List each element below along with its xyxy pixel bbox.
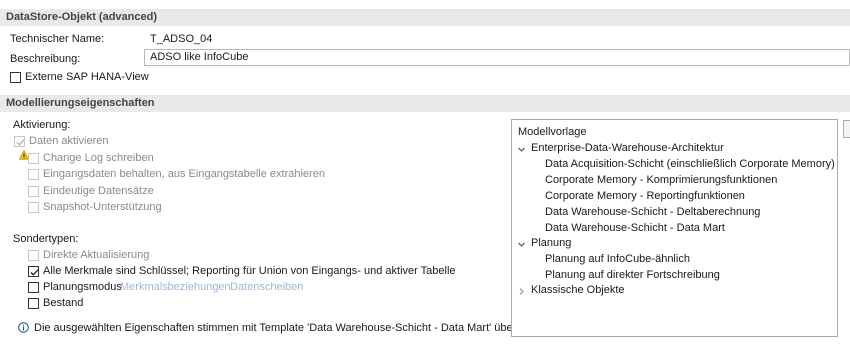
unique-records-checkbox[interactable] xyxy=(28,186,39,197)
tree-item[interactable]: Corporate Memory - Reportingfunktionen xyxy=(545,189,745,203)
planning-mode-checkbox[interactable] xyxy=(28,282,39,293)
direct-update-label: Direkte Aktualisierung xyxy=(43,249,150,261)
all-characteristics-key-checkbox[interactable] xyxy=(28,266,39,277)
checkmark-icon xyxy=(16,139,25,146)
direct-update-checkbox[interactable] xyxy=(28,250,39,261)
chevron-down-icon[interactable] xyxy=(517,145,526,154)
template-info-text: Die ausgewählten Eigenschaften stimmen m… xyxy=(34,322,535,334)
chevron-right-icon[interactable] xyxy=(517,287,526,296)
tree-item[interactable]: Data Warehouse-Schicht - Data Mart xyxy=(545,221,725,235)
description-label: Beschreibung: xyxy=(10,53,81,65)
tree-item[interactable]: Corporate Memory - Komprimierungsfunktio… xyxy=(545,173,777,187)
data-slices-link[interactable]: Datenscheiben xyxy=(230,280,303,294)
characteristic-relationships-link[interactable]: Merkmalsbeziehungen xyxy=(120,280,231,294)
tree-group-edw[interactable]: Enterprise-Data-Warehouse-Architektur xyxy=(531,141,724,155)
template-tree-title: Modellvorlage xyxy=(518,126,587,138)
change-log-checkbox[interactable] xyxy=(28,153,39,164)
all-characteristics-key-label: Alle Merkmale sind Schlüssel; Reporting … xyxy=(43,265,456,277)
special-types-label: Sondertypen: xyxy=(13,233,79,245)
external-hana-view-checkbox[interactable] xyxy=(10,72,21,83)
inventory-label: Bestand xyxy=(43,297,84,309)
tree-item[interactable]: Data Acquisition-Schicht (einschließlich… xyxy=(545,157,835,171)
activate-data-label: Daten aktivieren xyxy=(29,135,109,147)
keep-inbound-data-label: Eingangsdaten behalten, aus Eingangstabe… xyxy=(43,168,325,180)
snapshot-support-checkbox[interactable] xyxy=(28,202,39,213)
keep-inbound-data-checkbox[interactable] xyxy=(28,169,39,180)
external-hana-view-label: Externe SAP HANA-View xyxy=(25,71,149,83)
panel-edge-button[interactable] xyxy=(843,120,850,138)
chevron-down-icon[interactable] xyxy=(517,240,526,249)
tree-item[interactable]: Planung auf direkter Fortschreibung xyxy=(545,268,720,282)
section-header-modeling: Modellierungseigenschaften xyxy=(0,95,850,112)
tree-item[interactable]: Planung auf InfoCube-ähnlich xyxy=(545,252,690,266)
snapshot-support-label: Snapshot-Unterstützung xyxy=(43,201,162,213)
section-header-datastore: DataStore-Objekt (advanced) xyxy=(0,9,850,26)
tree-group-planning[interactable]: Planung xyxy=(531,236,571,250)
change-log-label: Change Log schreiben xyxy=(43,152,154,164)
unique-records-label: Eindeutige Datensätze xyxy=(43,185,154,197)
checkmark-icon xyxy=(30,269,39,276)
info-icon xyxy=(18,322,29,333)
activation-label: Aktivierung: xyxy=(13,119,71,131)
tech-name-value: T_ADSO_04 xyxy=(150,33,213,45)
tree-group-classic[interactable]: Klassische Objekte xyxy=(531,283,625,297)
tech-name-label: Technischer Name: xyxy=(10,33,105,45)
description-field[interactable]: ADSO like InfoCube xyxy=(144,49,850,66)
activate-data-checkbox[interactable] xyxy=(14,136,25,147)
template-tree-panel[interactable]: Modellvorlage Enterprise-Data-Warehouse-… xyxy=(511,119,838,337)
planning-mode-label: Planungsmodus xyxy=(43,281,122,293)
inventory-checkbox[interactable] xyxy=(28,298,39,309)
tree-item[interactable]: Data Warehouse-Schicht - Deltaberechnung xyxy=(545,205,760,219)
